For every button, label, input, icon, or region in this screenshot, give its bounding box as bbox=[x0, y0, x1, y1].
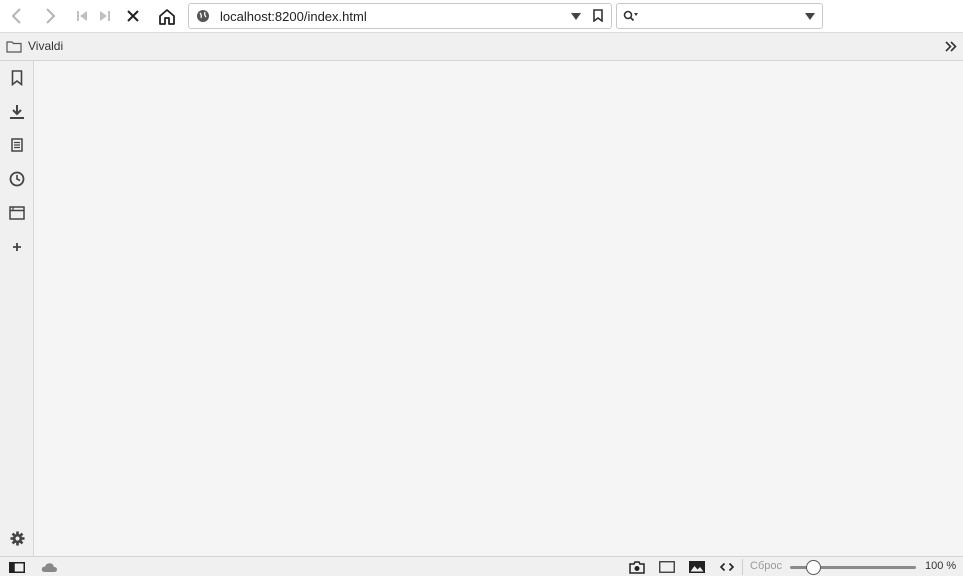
chevron-down-icon[interactable] bbox=[805, 13, 815, 20]
close-icon bbox=[127, 10, 139, 22]
status-bar: Сброс 100 % bbox=[0, 556, 963, 576]
panel-sidebar bbox=[0, 61, 34, 556]
skip-forward-icon bbox=[100, 11, 110, 21]
navigation-toolbar: localhost:8200/index.html bbox=[0, 0, 963, 33]
window-icon bbox=[9, 206, 25, 220]
zoom-reset-button[interactable]: Сброс bbox=[750, 560, 782, 572]
back-button[interactable] bbox=[5, 4, 29, 28]
gear-icon bbox=[9, 530, 25, 546]
images-toggle-button[interactable] bbox=[687, 558, 707, 576]
sidebar-item-notes[interactable] bbox=[5, 133, 29, 157]
skip-back-icon bbox=[77, 11, 87, 21]
sidebar-item-history[interactable] bbox=[5, 167, 29, 191]
add-panel-icon bbox=[13, 243, 21, 251]
fast-forward-button[interactable] bbox=[93, 4, 117, 28]
globe-icon[interactable] bbox=[196, 9, 210, 23]
bookmark-folder-label: Vivaldi bbox=[28, 39, 64, 53]
web-page-content[interactable] bbox=[34, 61, 963, 556]
panel-toggle-icon bbox=[9, 561, 25, 573]
zoom-level: 100 % bbox=[925, 560, 957, 572]
chevron-down-icon[interactable] bbox=[571, 13, 581, 20]
sidebar-item-windows[interactable] bbox=[5, 201, 29, 225]
bookmark-icon bbox=[11, 70, 23, 86]
cloud-icon bbox=[41, 562, 57, 572]
chevron-left-icon bbox=[11, 8, 21, 24]
tile-icon bbox=[659, 561, 675, 573]
chevron-right-icon bbox=[46, 8, 56, 24]
history-icon bbox=[9, 171, 25, 187]
zoom-slider-handle[interactable] bbox=[806, 560, 821, 575]
search-icon[interactable] bbox=[623, 10, 639, 22]
toggle-panel-button[interactable] bbox=[7, 558, 27, 576]
capture-button[interactable] bbox=[627, 558, 647, 576]
camera-icon bbox=[629, 560, 645, 574]
home-icon bbox=[159, 8, 175, 25]
sidebar-item-downloads[interactable] bbox=[5, 100, 29, 124]
add-panel-button[interactable] bbox=[5, 235, 29, 259]
address-bar[interactable]: localhost:8200/index.html bbox=[188, 3, 612, 29]
bookmark-icon[interactable] bbox=[593, 9, 603, 22]
tiling-button[interactable] bbox=[657, 558, 677, 576]
page-actions-button[interactable] bbox=[717, 558, 737, 576]
stop-button[interactable] bbox=[121, 4, 145, 28]
forward-button[interactable] bbox=[38, 4, 62, 28]
sidebar-item-bookmarks[interactable] bbox=[5, 66, 29, 90]
sync-button[interactable] bbox=[39, 558, 59, 576]
settings-button[interactable] bbox=[5, 526, 29, 550]
code-icon bbox=[720, 562, 734, 572]
folder-icon bbox=[6, 40, 22, 53]
image-icon bbox=[689, 561, 705, 573]
search-input[interactable] bbox=[616, 3, 823, 29]
bookmark-bar: Vivaldi bbox=[0, 33, 963, 61]
download-icon bbox=[10, 105, 24, 119]
url-text[interactable]: localhost:8200/index.html bbox=[220, 9, 367, 24]
bookmark-folder-vivaldi[interactable]: Vivaldi bbox=[6, 39, 63, 53]
double-chevron-right-icon[interactable] bbox=[945, 41, 957, 52]
rewind-button[interactable] bbox=[70, 4, 94, 28]
divider bbox=[742, 559, 743, 575]
notes-icon bbox=[11, 138, 23, 152]
home-button[interactable] bbox=[155, 4, 179, 28]
